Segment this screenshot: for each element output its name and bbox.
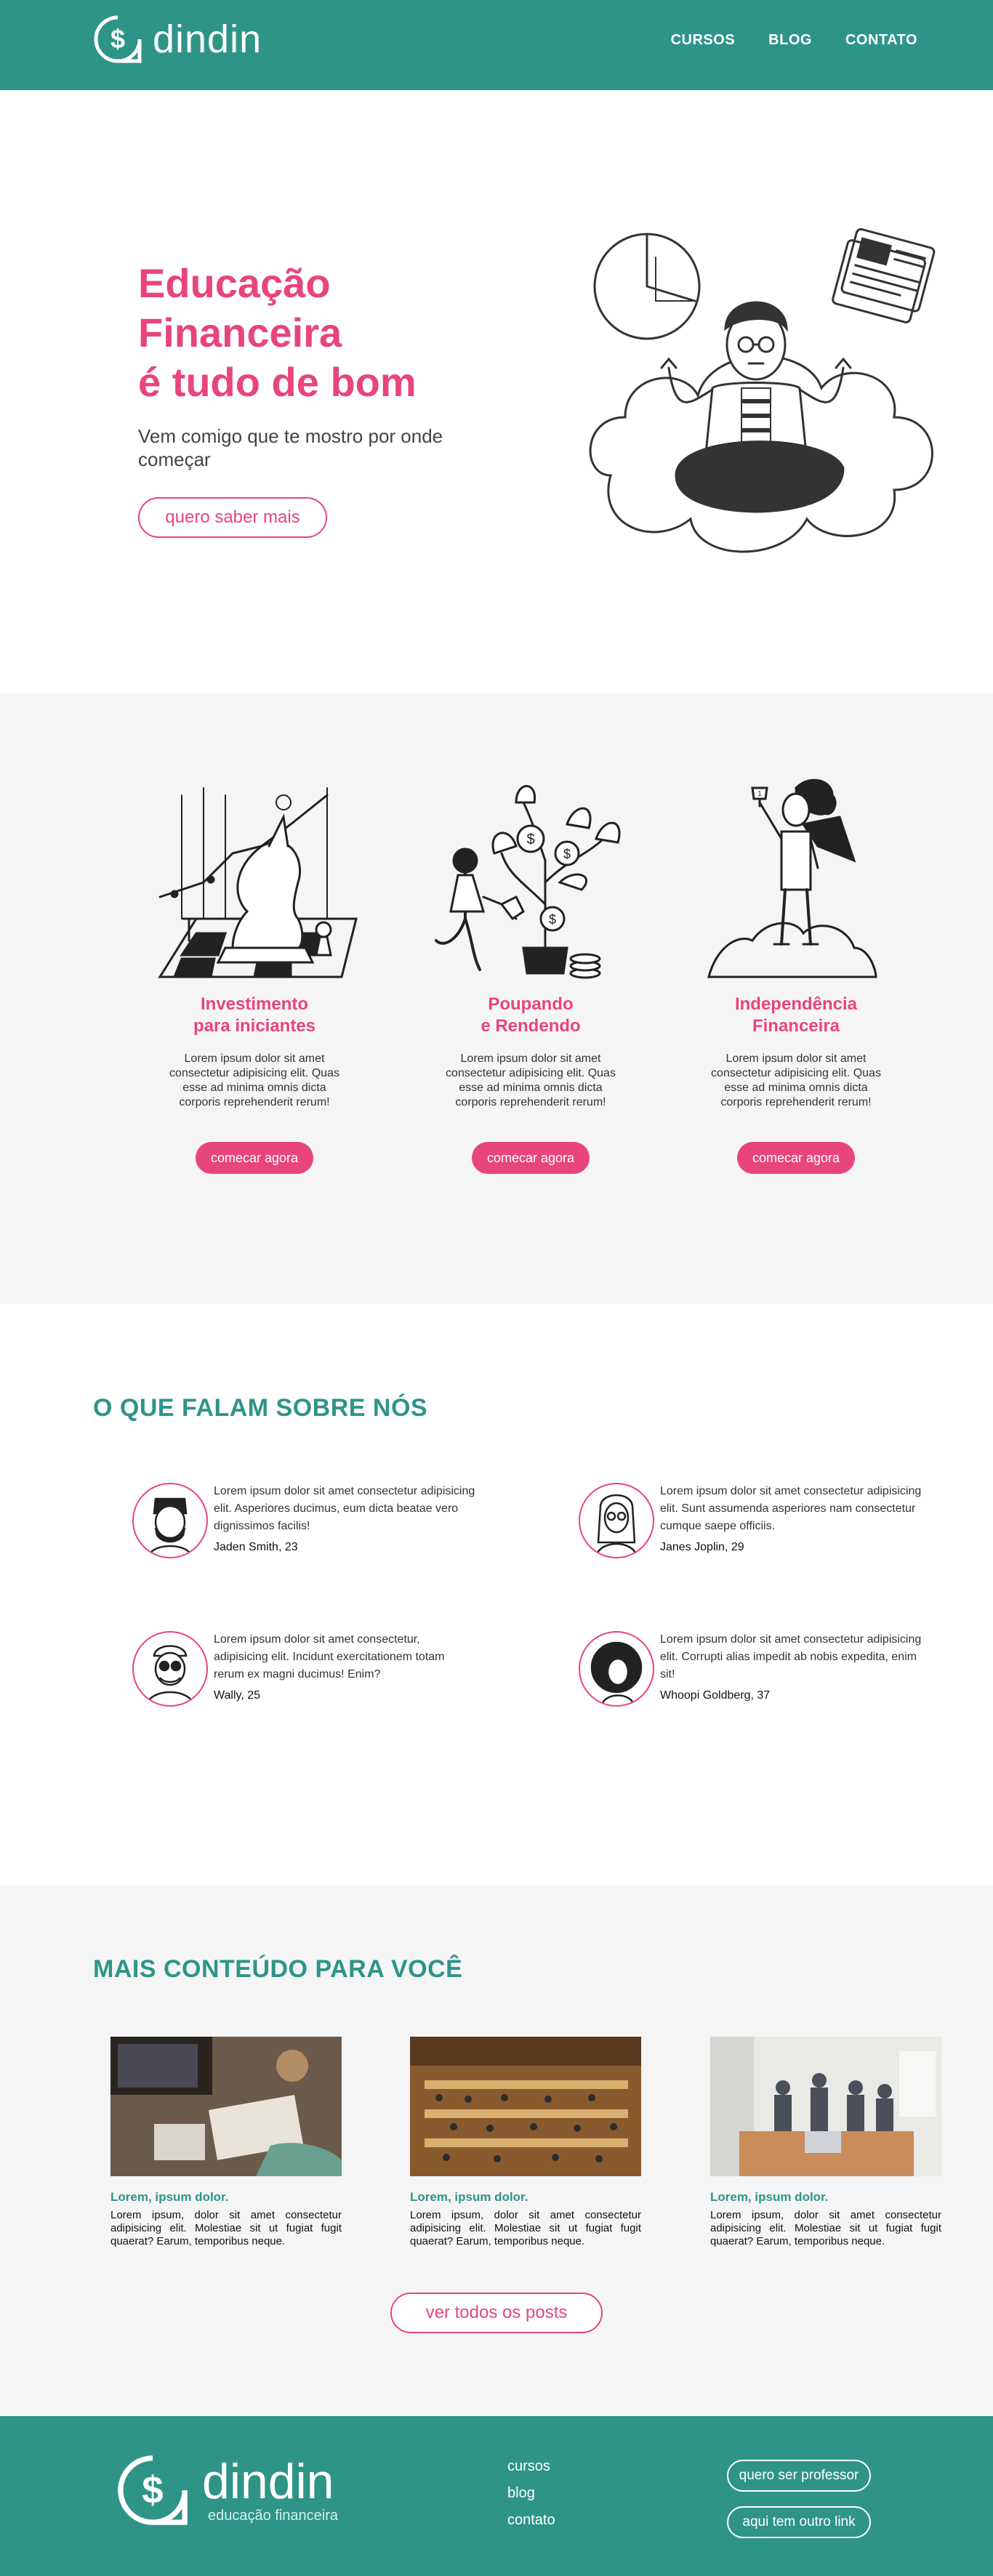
- feature-start-button[interactable]: comecar agora: [196, 1142, 313, 1174]
- post-card[interactable]: Lorem, ipsum dolor. Lorem ipsum, dolor s…: [410, 2037, 641, 2248]
- chess-unicorn-icon: [158, 787, 358, 978]
- site-footer: $ dindin educação financeira cursos blog…: [0, 2416, 993, 2576]
- post-title: Lorem, ipsum dolor.: [710, 2190, 829, 2204]
- post-card[interactable]: Lorem, ipsum dolor. Lorem ipsum, dolor s…: [110, 2037, 342, 2248]
- desk-workspace-image: [110, 2037, 342, 2176]
- hero-title-line: é tudo de bom: [138, 359, 417, 405]
- testimonial-author: Wally, 25: [214, 1689, 261, 1702]
- features-section: Investimento para iniciantes Lorem ipsum…: [0, 693, 993, 1304]
- testimonial-body: Lorem ipsum dolor sit amet consectetur a…: [660, 1631, 922, 1707]
- all-posts-button[interactable]: ver todos os posts: [390, 2293, 603, 2333]
- footer-link-contato[interactable]: contato: [507, 2512, 555, 2529]
- testimonial-card: Lorem ipsum dolor sit amet consectetur a…: [579, 1631, 928, 1707]
- feature-title-line: para iniciantes: [193, 1016, 316, 1036]
- other-link-button[interactable]: aqui tem outro link: [727, 2506, 871, 2538]
- feature-card: $ $ $ Poupando e Rendendo Lorem ipsum do…: [407, 773, 654, 1174]
- post-excerpt: Lorem ipsum, dolor sit amet consectetur …: [110, 2209, 342, 2247]
- footer-nav: cursos blog contato: [507, 2458, 555, 2529]
- testimonial-body: Lorem ipsum dolor sit amet consectetur a…: [660, 1483, 922, 1558]
- feature-title-line: Poupando: [488, 994, 574, 1014]
- brand-logo[interactable]: $ dindin: [93, 15, 262, 64]
- feature-title: Independência Financeira: [672, 994, 920, 1037]
- dollar-logo-icon: $: [94, 15, 142, 63]
- svg-text:$: $: [526, 832, 534, 848]
- money-tree-icon: $ $ $: [435, 785, 621, 979]
- hero-title-line: Financeira: [138, 310, 342, 355]
- post-card[interactable]: Lorem, ipsum dolor. Lorem ipsum, dolor s…: [710, 2037, 941, 2248]
- testimonial-text: Lorem ipsum dolor sit amet consectetur a…: [214, 1485, 475, 1532]
- feature-title-line: Investimento: [200, 994, 309, 1014]
- site-header: $ dindin CURSOS BLOG CONTATO: [0, 0, 993, 90]
- hero-cta-button[interactable]: quero saber mais: [138, 497, 327, 538]
- content-section: MAIS CONTEÚDO PARA VOCÊ Lorem, ipsum dol…: [0, 1885, 993, 2416]
- footer-brand-tagline: educação financeira: [208, 2507, 339, 2524]
- avatar: [579, 1631, 654, 1707]
- feature-title: Poupando e Rendendo: [407, 994, 654, 1037]
- testimonial-author: Jaden Smith, 23: [214, 1541, 298, 1553]
- footer-brand: dindin educação financeira: [202, 2457, 338, 2524]
- man-avatar-icon: [147, 1497, 193, 1557]
- footer-link-blog[interactable]: blog: [507, 2485, 555, 2502]
- dollar-logo-icon: $: [118, 2455, 188, 2525]
- feature-title-line: Financeira: [752, 1016, 840, 1036]
- content-title: MAIS CONTEÚDO PARA VOCÊ: [93, 1955, 463, 1983]
- testimonial-body: Lorem ipsum dolor sit amet consectetur a…: [214, 1483, 475, 1558]
- testimonial-text: Lorem ipsum dolor sit amet consectetur a…: [660, 1485, 922, 1532]
- meditating-person-illustration: [589, 228, 936, 553]
- man-glasses-avatar-icon: [145, 1645, 195, 1705]
- post-title: Lorem, ipsum dolor.: [110, 2190, 229, 2204]
- feature-start-button[interactable]: comecar agora: [737, 1142, 855, 1174]
- feature-text: Lorem ipsum dolor sit amet consectetur a…: [169, 1052, 339, 1108]
- footer-logo[interactable]: $ dindin educação financeira: [116, 2454, 338, 2527]
- post-title: Lorem, ipsum dolor.: [410, 2190, 528, 2204]
- svg-text:$: $: [110, 24, 125, 54]
- footer-link-cursos[interactable]: cursos: [507, 2458, 555, 2475]
- avatar: [579, 1483, 654, 1558]
- testimonial-text: Lorem ipsum dolor sit amet consectetur a…: [660, 1633, 922, 1681]
- feature-text: Lorem ipsum dolor sit amet consectetur a…: [711, 1052, 881, 1108]
- team-meeting-image: [710, 2037, 941, 2176]
- hero-section: Educação Financeira é tudo de bom Vem co…: [0, 90, 993, 693]
- post-excerpt: Lorem ipsum, dolor sit amet consectetur …: [410, 2209, 641, 2247]
- testimonial-author: Whoopi Goldberg, 37: [660, 1689, 771, 1702]
- testimonials-title: O QUE FALAM SOBRE NÓS: [93, 1394, 428, 1422]
- post-excerpt: Lorem ipsum, dolor sit amet consectetur …: [710, 2209, 941, 2247]
- feature-title: Investimento para iniciantes: [131, 994, 378, 1037]
- feature-title-line: e Rendendo: [481, 1016, 581, 1036]
- teacher-signup-button[interactable]: quero ser professor: [727, 2460, 871, 2492]
- footer-brand-name: dindin: [202, 2453, 334, 2509]
- feature-title-line: Independência: [734, 994, 858, 1014]
- library-image: [410, 2037, 641, 2176]
- avatar: [132, 1631, 208, 1707]
- feature-card: 1 Independência Financeira Lorem ipsum d…: [672, 773, 920, 1174]
- testimonial-body: Lorem ipsum dolor sit amet consectetur, …: [214, 1631, 475, 1707]
- nav-cursos[interactable]: CURSOS: [671, 32, 736, 49]
- feature-card: Investimento para iniciantes Lorem ipsum…: [131, 773, 378, 1174]
- footer-buttons: quero ser professor aqui tem outro link: [727, 2460, 871, 2538]
- main-nav: CURSOS BLOG CONTATO: [671, 32, 917, 49]
- testimonial-card: Lorem ipsum dolor sit amet consectetur a…: [579, 1483, 928, 1558]
- svg-text:$: $: [142, 2469, 163, 2512]
- feature-start-button[interactable]: comecar agora: [472, 1142, 590, 1174]
- avatar: [132, 1483, 208, 1558]
- hero-subtitle: Vem comigo que te mostro por onde começa…: [138, 425, 443, 470]
- nav-blog[interactable]: BLOG: [768, 32, 812, 49]
- woman-avatar-icon: [595, 1494, 638, 1557]
- svg-text:$: $: [549, 912, 556, 927]
- hero-title: Educação Financeira é tudo de bom: [138, 259, 516, 407]
- testimonial-card: Lorem ipsum dolor sit amet consectetur a…: [132, 1483, 481, 1558]
- svg-text:$: $: [563, 847, 571, 861]
- curly-hair-avatar-icon: [590, 1641, 643, 1705]
- testimonial-text: Lorem ipsum dolor sit amet consectetur, …: [214, 1633, 445, 1681]
- testimonial-card: Lorem ipsum dolor sit amet consectetur, …: [132, 1631, 481, 1707]
- hero-title-line: Educação: [138, 260, 331, 306]
- nav-contato[interactable]: CONTATO: [845, 32, 917, 49]
- testimonial-author: Janes Joplin, 29: [660, 1541, 744, 1553]
- testimonials-section: O QUE FALAM SOBRE NÓS Lorem ipsum dolor …: [0, 1304, 993, 1885]
- trophy-hero-icon: 1: [707, 778, 877, 978]
- brand-name: dindin: [153, 17, 262, 61]
- feature-text: Lorem ipsum dolor sit amet consectetur a…: [446, 1052, 616, 1108]
- svg-text:1: 1: [757, 790, 762, 798]
